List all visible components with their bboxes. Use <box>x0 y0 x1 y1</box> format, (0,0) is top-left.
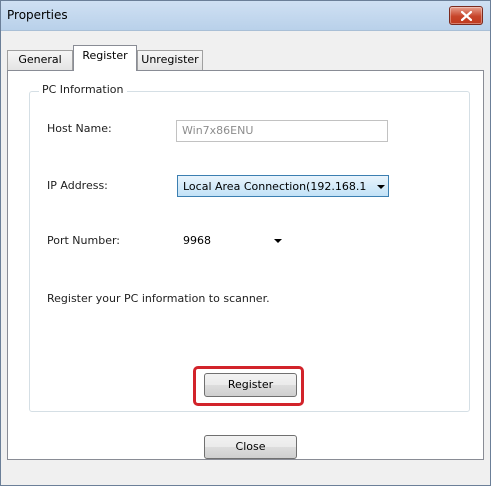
chevron-down-icon <box>274 239 282 243</box>
tab-unregister[interactable]: Unregister <box>137 50 203 70</box>
port-number-value: 9968 <box>183 234 211 247</box>
window-close-button[interactable] <box>449 6 483 25</box>
tab-register[interactable]: Register <box>73 45 137 71</box>
ip-address-dropdown[interactable]: Local Area Connection(192.168.1 <box>177 175 389 197</box>
close-icon <box>461 11 472 21</box>
port-number-dropdown[interactable]: 9968 <box>177 229 287 251</box>
title-bar[interactable]: Properties <box>1 1 490 31</box>
host-name-field[interactable]: Win7x86ENU <box>176 120 388 142</box>
port-number-label: Port Number: <box>47 234 121 247</box>
close-button[interactable]: Close <box>204 435 297 459</box>
window-title: Properties <box>7 8 68 22</box>
host-name-label: Host Name: <box>47 122 112 135</box>
register-message: Register your PC information to scanner. <box>47 292 270 305</box>
ip-address-label: IP Address: <box>47 179 108 192</box>
properties-dialog: Properties General Register Unregister P… <box>0 0 491 486</box>
tab-general[interactable]: General <box>7 50 73 70</box>
ip-address-value: Local Area Connection(192.168.1 <box>183 180 367 193</box>
register-button[interactable]: Register <box>204 373 297 397</box>
chevron-down-icon <box>377 185 385 189</box>
group-legend: PC Information <box>39 83 127 96</box>
